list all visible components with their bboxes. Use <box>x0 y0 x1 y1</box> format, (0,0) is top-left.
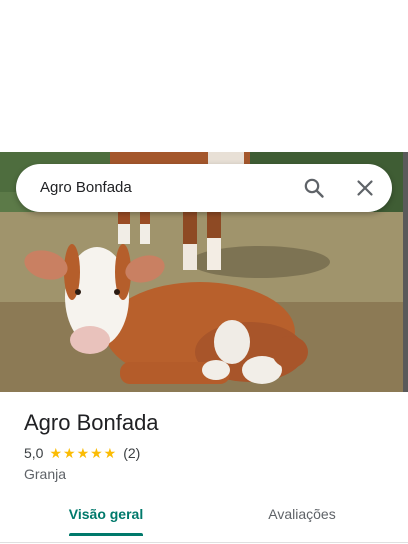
review-count[interactable]: (2) <box>123 444 140 462</box>
search-bar[interactable]: Agro Bonfada <box>16 164 392 212</box>
divider <box>0 542 408 543</box>
tab-overview[interactable]: Visão geral <box>66 494 146 534</box>
search-input[interactable]: Agro Bonfada <box>40 164 132 212</box>
tab-reviews[interactable]: Avaliações <box>262 494 342 534</box>
place-category[interactable]: Granja <box>24 465 66 483</box>
place-tabs: Visão geral Avaliações <box>0 494 408 536</box>
place-title: Agro Bonfada <box>24 410 159 435</box>
map-blank-area <box>0 0 408 152</box>
rating-value: 5,0 <box>24 445 44 461</box>
photo-scrollbar[interactable] <box>403 152 408 392</box>
active-tab-indicator <box>69 533 143 536</box>
close-icon[interactable] <box>353 176 377 200</box>
search-icon[interactable] <box>302 176 326 200</box>
rating-stars: ★★★★★ <box>49 445 118 461</box>
rating-row[interactable]: 5,0 ★★★★★ (2) <box>24 444 140 462</box>
